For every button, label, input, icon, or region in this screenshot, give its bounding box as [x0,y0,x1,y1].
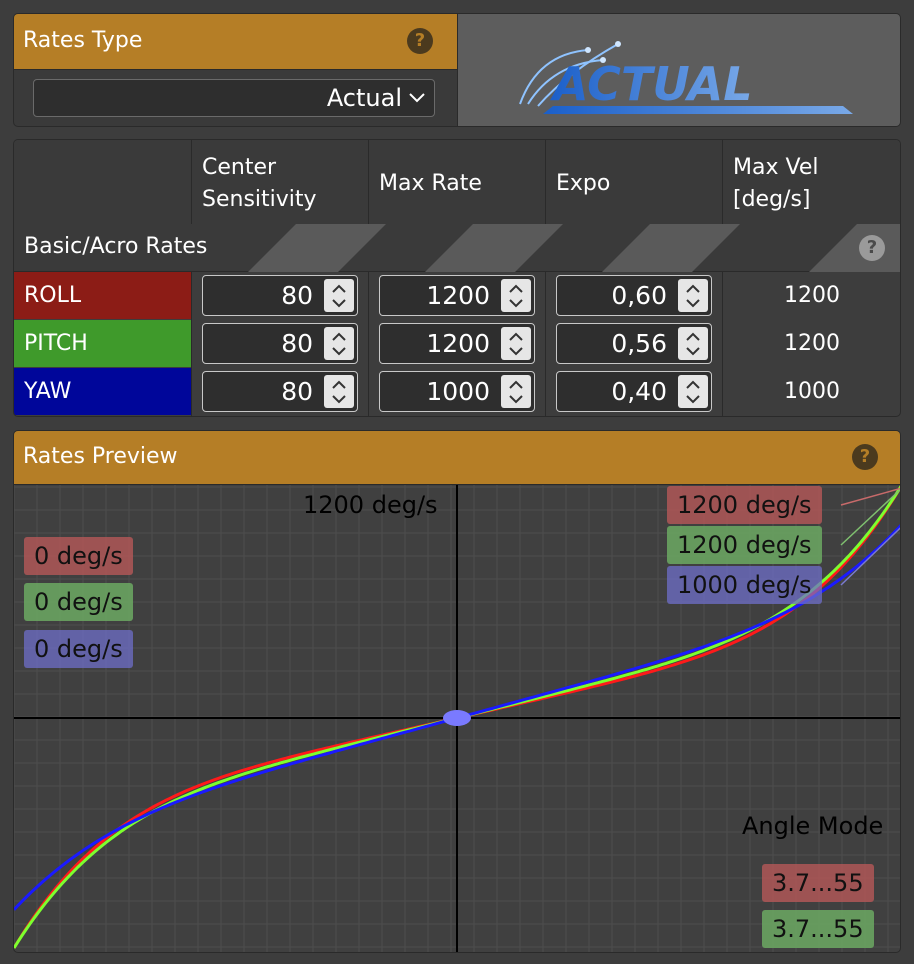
axis-label-roll: ROLL [14,272,191,319]
rates-type-selected: Actual [326,84,402,112]
chevron-up-icon[interactable] [685,380,701,390]
angle-mode-label: Angle Mode [742,812,884,840]
header-expo: Expo [545,140,723,224]
current-rate-pitch: 0 deg/s [24,583,133,621]
max-rate-yaw-input[interactable]: 1000 [379,371,535,412]
chevron-up-icon[interactable] [331,380,347,390]
header-decor [248,224,900,272]
header-center-sensitivity: Center Sensitivity [191,140,369,224]
rates-table: Center Sensitivity Max Rate Expo Max Vel… [13,139,901,417]
rates-preview-title: Rates Preview [23,444,178,469]
chevron-up-icon[interactable] [331,284,347,294]
rates-type-header: Rates Type ? [14,14,457,70]
current-rate-roll: 0 deg/s [24,537,133,575]
rates-preview-panel: Rates Preview ? 1200 deg/s 0 deg/s 0 deg… [13,430,901,953]
center-sensitivity-roll-input[interactable]: 80 [202,275,358,316]
column-divider [722,272,723,416]
max-rate-pitch-input[interactable]: 1200 [379,323,535,364]
chevron-up-icon[interactable] [508,380,524,390]
table-corner [14,140,192,224]
chevron-down-icon[interactable] [508,298,524,308]
max-rate-axis-label: 1200 deg/s [303,491,438,519]
chevron-down-icon[interactable] [508,394,524,404]
chevron-up-icon[interactable] [508,284,524,294]
spinner[interactable] [501,279,531,312]
max-vel-yaw: 1000 [784,379,840,404]
rates-type-title: Rates Type [23,28,143,53]
chevron-down-icon[interactable] [331,298,347,308]
angle-mode-roll-value: 3.7...55 [762,864,874,902]
expo-yaw-input[interactable]: 0,40 [556,371,712,412]
axis-label-yaw: YAW [14,368,191,415]
chevron-up-icon[interactable] [685,284,701,294]
spinner[interactable] [324,327,354,360]
spinner[interactable] [501,375,531,408]
chevron-down-icon[interactable] [685,346,701,356]
chevron-down-icon[interactable] [685,298,701,308]
chevron-up-icon[interactable] [331,332,347,342]
chevron-down-icon[interactable] [331,346,347,356]
spinner[interactable] [324,375,354,408]
current-rate-yaw: 0 deg/s [24,630,133,668]
rates-type-panel: Rates Type ? Actual ACTUAL [13,13,901,127]
rates-type-select[interactable]: Actual [33,79,435,117]
chevron-down-icon [409,93,425,103]
spinner[interactable] [678,375,708,408]
max-rate-roll-label: 1200 deg/s [667,486,822,524]
max-vel-pitch: 1200 [784,331,840,356]
actual-logo: ACTUAL [519,41,853,114]
logo-text: ACTUAL [550,57,753,111]
spinner[interactable] [678,327,708,360]
expo-roll-input[interactable]: 0,60 [556,275,712,316]
help-icon[interactable]: ? [859,235,885,261]
chevron-down-icon[interactable] [508,346,524,356]
max-vel-roll: 1200 [784,283,840,308]
spinner[interactable] [678,279,708,312]
chevron-up-icon[interactable] [508,332,524,342]
expo-pitch-input[interactable]: 0,56 [556,323,712,364]
rates-preview-plot: 1200 deg/s 0 deg/s 0 deg/s 0 deg/s 1200 … [14,485,900,952]
max-rate-pitch-label: 1200 deg/s [667,526,822,564]
basic-acro-row: Basic/Acro Rates ? [14,224,900,272]
rates-preview-header: Rates Preview ? [14,431,900,485]
chevron-down-icon[interactable] [685,394,701,404]
angle-mode-pitch-value: 3.7...55 [762,910,874,948]
center-sensitivity-yaw-input[interactable]: 80 [202,371,358,412]
help-icon[interactable]: ? [852,444,878,470]
center-sensitivity-pitch-input[interactable]: 80 [202,323,358,364]
stick-position-marker [443,710,471,726]
axis-label-pitch: PITCH [14,320,191,367]
chevron-up-icon[interactable] [685,332,701,342]
spinner[interactable] [501,327,531,360]
column-divider [545,272,546,416]
chevron-down-icon[interactable] [331,394,347,404]
help-icon[interactable]: ? [407,28,433,54]
max-rate-yaw-label: 1000 deg/s [667,566,822,604]
column-divider [368,272,369,416]
header-max-rate: Max Rate [368,140,546,224]
rates-logo-area: ACTUAL [457,14,900,126]
column-divider [191,272,192,416]
max-rate-roll-input[interactable]: 1200 [379,275,535,316]
spinner[interactable] [324,279,354,312]
header-max-vel: Max Vel [deg/s] [722,140,900,224]
